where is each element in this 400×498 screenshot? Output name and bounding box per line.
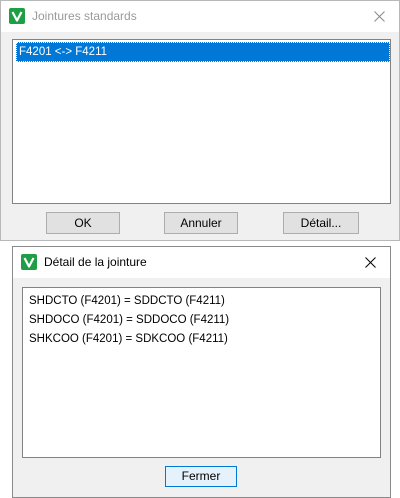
close-icon[interactable] bbox=[359, 1, 399, 32]
close-icon[interactable] bbox=[350, 247, 390, 278]
joins-list[interactable]: F4201 <-> F4211 bbox=[12, 39, 391, 204]
joins-window-title: Jointures standards bbox=[32, 9, 137, 23]
app-v-icon bbox=[9, 8, 25, 24]
joins-title-bar[interactable]: Jointures standards bbox=[1, 1, 399, 32]
close-button[interactable]: Fermer bbox=[165, 466, 237, 487]
app-v-icon bbox=[21, 254, 37, 270]
join-detail-window: Détail de la jointure SHDCTO (F4201) = S… bbox=[12, 246, 391, 498]
joins-window: Jointures standards F4201 <-> F4211 OK A… bbox=[0, 0, 400, 241]
cancel-button[interactable]: Annuler bbox=[164, 212, 238, 234]
detail-window-title: Détail de la jointure bbox=[44, 255, 147, 269]
join-condition-line: SHKCOO (F4201) = SDKCOO (F4211) bbox=[29, 333, 228, 345]
list-item-join[interactable]: F4201 <-> F4211 bbox=[16, 42, 390, 62]
detail-title-bar[interactable]: Détail de la jointure bbox=[13, 247, 390, 278]
join-condition-line: SHDCTO (F4201) = SDDCTO (F4211) bbox=[29, 295, 225, 307]
detail-button[interactable]: Détail... bbox=[283, 212, 359, 234]
join-detail-text[interactable]: SHDCTO (F4201) = SDDCTO (F4211) SHDOCO (… bbox=[22, 287, 381, 458]
join-condition-line: SHDOCO (F4201) = SDDOCO (F4211) bbox=[29, 314, 230, 326]
ok-button[interactable]: OK bbox=[46, 212, 120, 234]
